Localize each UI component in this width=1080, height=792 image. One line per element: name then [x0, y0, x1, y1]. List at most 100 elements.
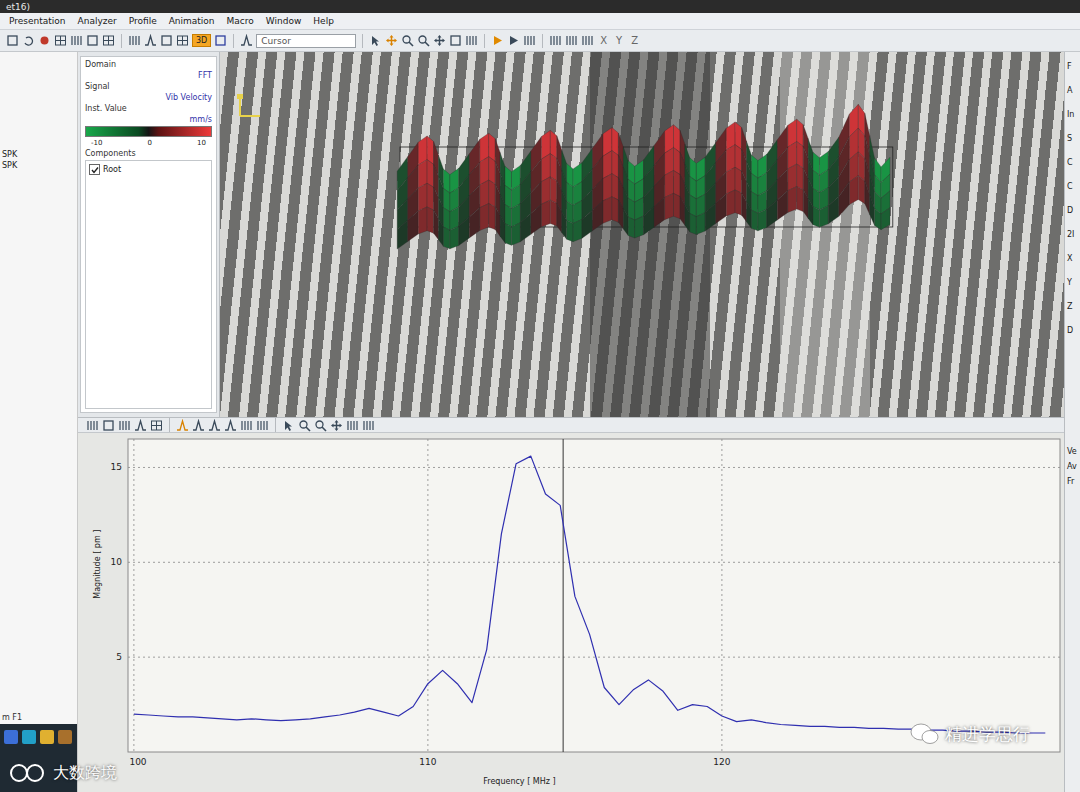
peak-icon[interactable]: [176, 419, 189, 432]
property-label: D: [1067, 326, 1078, 335]
menu-bar: PresentationAnalyzerProfileAnimationMacr…: [0, 13, 1080, 30]
axis-button[interactable]: Y: [613, 35, 625, 46]
bars-icon[interactable]: [362, 419, 375, 432]
inst-value-label: Inst. Value: [85, 104, 212, 113]
view-3d-button[interactable]: 3D: [192, 34, 211, 47]
grid-icon[interactable]: [150, 419, 163, 432]
status-text: m F1: [0, 711, 77, 724]
property-label: A: [1067, 86, 1078, 95]
square-icon[interactable]: [449, 34, 462, 47]
square-icon[interactable]: [214, 34, 227, 47]
move-icon[interactable]: [433, 34, 446, 47]
bars-icon[interactable]: [523, 34, 536, 47]
menu-item[interactable]: Window: [261, 15, 307, 27]
bars-icon[interactable]: [565, 34, 578, 47]
square-icon[interactable]: [6, 34, 19, 47]
property-label: In: [1067, 110, 1078, 119]
x-tick: 100: [129, 757, 146, 767]
magnifier-icon[interactable]: [314, 419, 327, 432]
scale-tick: -10: [91, 139, 102, 147]
tree-item[interactable]: SPK: [2, 161, 75, 170]
workspace: SPK SPK m F1 Domain FFT Signal Vib Velocity Ins…: [0, 52, 1080, 792]
cursor-line[interactable]: [563, 439, 564, 752]
window-title: et16): [6, 2, 30, 12]
square-icon[interactable]: [102, 419, 115, 432]
tree-item[interactable]: SPK: [2, 150, 75, 159]
brand-logo-icon: [8, 762, 48, 784]
app-icon[interactable]: [22, 730, 36, 744]
property-label: F: [1067, 62, 1078, 71]
component-checkbox[interactable]: [89, 164, 100, 175]
check-icon: [91, 166, 99, 174]
toolbar-separator: [121, 34, 122, 48]
undo-icon[interactable]: [22, 34, 35, 47]
arrow-icon[interactable]: [282, 419, 295, 432]
property-label: 2I: [1067, 230, 1078, 239]
axis-button[interactable]: X: [597, 35, 610, 46]
menu-item[interactable]: Animation: [164, 15, 220, 27]
3d-viewport[interactable]: [220, 52, 1064, 417]
unit-label: mm/s: [85, 115, 212, 124]
color-scale: [85, 126, 212, 137]
magnifier-icon[interactable]: [298, 419, 311, 432]
grid-icon[interactable]: [102, 34, 115, 47]
arrow-icon[interactable]: [369, 34, 382, 47]
axis-button[interactable]: Z: [628, 35, 641, 46]
toolbar-separator: [233, 34, 234, 48]
property-label: Y: [1067, 278, 1078, 287]
bars-icon[interactable]: [86, 419, 99, 432]
bars-icon[interactable]: [465, 34, 478, 47]
watermark: 精进学思行: [910, 722, 1030, 746]
bars-icon[interactable]: [70, 34, 83, 47]
peak-icon[interactable]: [240, 34, 253, 47]
menu-item[interactable]: Macro: [222, 15, 259, 27]
bars-icon[interactable]: [118, 419, 131, 432]
domain-value[interactable]: FFT: [85, 71, 212, 80]
app-icon[interactable]: [58, 730, 72, 744]
bars-icon[interactable]: [549, 34, 562, 47]
peak-icon[interactable]: [134, 419, 147, 432]
watermark-text: 大数跨境: [53, 763, 117, 784]
property-label: Z: [1067, 302, 1078, 311]
mode-shape-mesh: [220, 52, 1064, 417]
move-icon[interactable]: [385, 34, 398, 47]
app-icon[interactable]: [4, 730, 18, 744]
grid-icon[interactable]: [176, 34, 189, 47]
signal-label: Signal: [85, 82, 212, 91]
toolbar-separator: [169, 418, 170, 432]
center-area: Domain FFT Signal Vib Velocity Inst. Value mm…: [78, 52, 1064, 792]
grid-icon[interactable]: [54, 34, 67, 47]
bars-icon[interactable]: [256, 419, 269, 432]
peak-icon[interactable]: [192, 419, 205, 432]
bars-icon[interactable]: [581, 34, 594, 47]
play-icon[interactable]: [507, 34, 520, 47]
properties-panel: Domain FFT Signal Vib Velocity Inst. Value mm…: [78, 52, 220, 417]
peak-icon[interactable]: [208, 419, 221, 432]
square-icon[interactable]: [160, 34, 173, 47]
toolbar-separator: [484, 34, 485, 48]
menu-item[interactable]: Profile: [124, 15, 162, 27]
signal-value[interactable]: Vib Velocity: [85, 93, 212, 102]
bars-icon[interactable]: [128, 34, 141, 47]
x-tick: 120: [713, 757, 730, 767]
peak-icon[interactable]: [224, 419, 237, 432]
magnifier-icon[interactable]: [401, 34, 414, 47]
square-icon[interactable]: [86, 34, 99, 47]
component-row[interactable]: Root: [89, 164, 208, 175]
toolbar: 3D Cursor XYZ: [0, 30, 1080, 52]
menu-item[interactable]: Analyzer: [73, 15, 122, 27]
play-icon[interactable]: [491, 34, 504, 47]
circle-icon[interactable]: [38, 34, 51, 47]
domain-label: Domain: [85, 60, 212, 69]
app-icon[interactable]: [40, 730, 54, 744]
peak-icon[interactable]: [144, 34, 157, 47]
move-icon[interactable]: [330, 419, 343, 432]
menu-item[interactable]: Help: [308, 15, 339, 27]
magnifier-icon[interactable]: [417, 34, 430, 47]
property-label: Av: [1067, 462, 1078, 471]
menu-item[interactable]: Presentation: [4, 15, 71, 27]
bars-icon[interactable]: [346, 419, 359, 432]
bars-icon[interactable]: [240, 419, 253, 432]
cursor-field[interactable]: Cursor: [256, 34, 356, 48]
axis-triad-icon: [234, 92, 264, 122]
